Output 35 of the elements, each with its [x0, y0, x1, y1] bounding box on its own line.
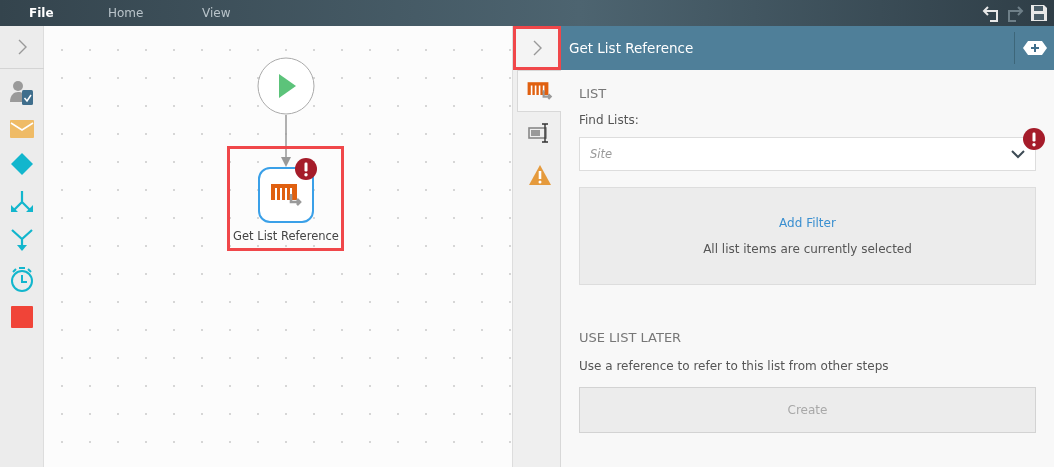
add-filter-link[interactable]: Add Filter — [779, 216, 836, 230]
envelope-icon[interactable] — [9, 120, 34, 138]
stop-square-icon[interactable] — [10, 306, 33, 328]
save-icon[interactable] — [1030, 4, 1048, 22]
diamond-icon[interactable] — [9, 152, 34, 176]
error-icon — [295, 158, 317, 180]
redo-icon[interactable] — [1006, 4, 1024, 22]
error-icon — [1023, 128, 1045, 150]
menu-item[interactable]: Home — [108, 6, 202, 20]
step-label: Get List Reference — [232, 229, 340, 243]
start-node[interactable] — [257, 57, 315, 115]
undo-icon[interactable] — [982, 4, 1000, 22]
step-node[interactable] — [258, 167, 314, 223]
timer-icon[interactable] — [9, 266, 34, 292]
panel-tab[interactable] — [517, 70, 561, 112]
plus-tag-icon — [1022, 41, 1047, 55]
panel-title: Get List Reference — [568, 39, 695, 58]
warning-icon — [527, 164, 552, 186]
user-task-icon[interactable] — [8, 80, 35, 106]
menu-item[interactable]: File — [29, 6, 108, 20]
section-heading: USE LIST LATER — [579, 330, 683, 345]
dropdown-placeholder: Site — [590, 147, 613, 161]
chevron-right-icon[interactable] — [16, 39, 27, 55]
split-arrows-icon[interactable] — [9, 190, 34, 214]
section-heading: LIST — [579, 86, 608, 101]
merge-arrow-icon[interactable] — [9, 228, 34, 252]
chevron-down-icon — [1011, 149, 1025, 159]
menu-item[interactable]: View — [202, 6, 296, 20]
chevron-right-icon — [532, 40, 542, 56]
section-description: Use a reference to refer to this list from other steps — [579, 359, 890, 373]
connector-arrow — [280, 115, 292, 167]
field-label: Find Lists: — [579, 113, 640, 127]
filter-status: All list items are currently selected — [703, 242, 912, 256]
site-dropdown[interactable]: Site — [579, 137, 1036, 171]
collapse-button[interactable] — [513, 26, 561, 70]
